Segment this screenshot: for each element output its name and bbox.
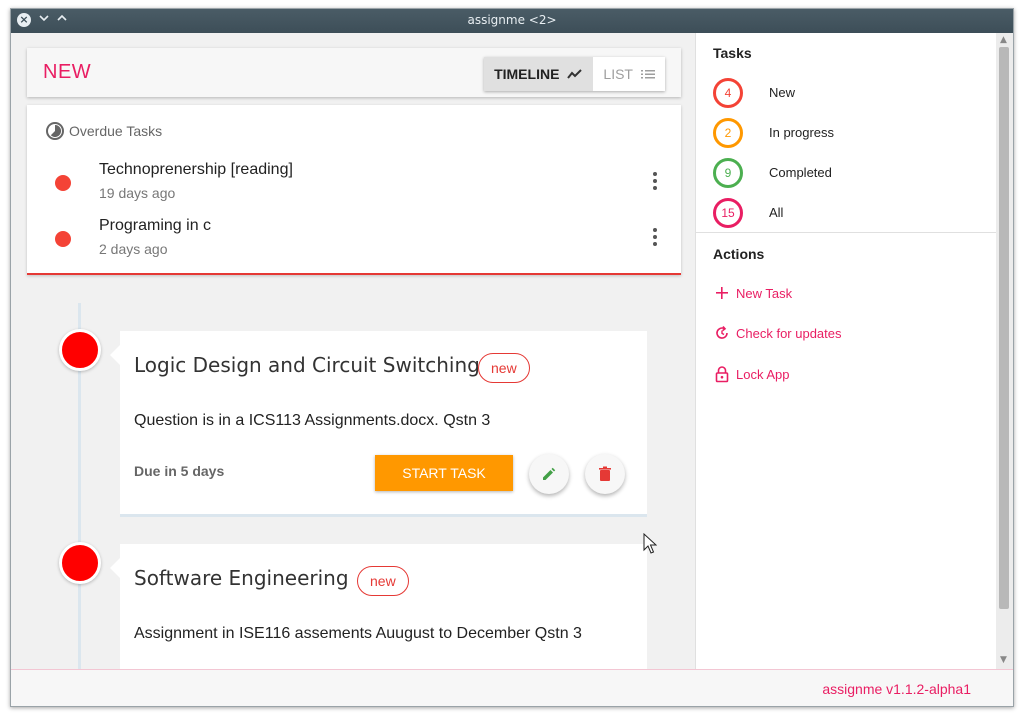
app-version: assignme v1.1.2-alpha1 (822, 681, 971, 697)
chevron-down-icon (39, 15, 49, 22)
page-title: NEW (43, 61, 92, 83)
action-label: New Task (736, 285, 793, 301)
timeline-dot (59, 542, 101, 584)
status-badge: new (478, 353, 530, 383)
stat-in-progress[interactable]: 2 In progress (713, 118, 973, 148)
task-title: Logic Design and Circuit Switching (134, 353, 480, 377)
task-card: Logic Design and Circuit Switching new Q… (110, 331, 647, 517)
minimize-window-button[interactable] (39, 13, 49, 27)
more-vert-icon[interactable] (647, 225, 663, 249)
trending-icon (567, 69, 583, 79)
refresh-icon (716, 325, 728, 339)
stat-label: All (769, 205, 784, 220)
count-badge: 15 (713, 198, 743, 228)
overdue-item[interactable]: Programing in c 2 days ago (27, 213, 681, 265)
list-view-label: LIST (603, 66, 633, 82)
overdue-heading: Overdue Tasks (45, 121, 162, 141)
sidebar-divider (696, 232, 996, 233)
start-task-button[interactable]: START TASK (375, 455, 513, 491)
timeline-view-button[interactable]: TIMELINE (484, 57, 594, 91)
more-vert-icon[interactable] (647, 169, 663, 193)
timeline-dot (59, 329, 101, 371)
stat-all[interactable]: 15 All (713, 198, 973, 228)
timelapse-icon (46, 122, 64, 140)
app-window: × assignme <2> NEW TIMELINE LIST Overdue… (10, 8, 1014, 707)
maximize-window-button[interactable] (57, 13, 67, 27)
close-window-button[interactable]: × (17, 13, 31, 27)
task-title: Software Engineering (134, 566, 349, 590)
page-header: NEW TIMELINE LIST (27, 48, 681, 97)
list-icon (641, 70, 655, 79)
scroll-up-icon[interactable]: ▲ (1000, 35, 1007, 45)
mouse-cursor-icon (643, 533, 657, 554)
pencil-icon (543, 467, 556, 480)
stat-label: New (769, 85, 796, 100)
timeline-view-label: TIMELINE (494, 66, 560, 82)
overdue-status-dot (55, 175, 71, 191)
stat-label: In progress (769, 125, 835, 140)
task-description: Assignment in ISE116 assements Auugust t… (134, 625, 582, 642)
status-badge: new (357, 566, 409, 596)
stat-label: Completed (769, 165, 832, 180)
overdue-item-ago: 2 days ago (99, 241, 168, 257)
check-updates-action[interactable]: Check for updates (714, 325, 842, 341)
window-title: assignme <2> (467, 13, 557, 27)
lock-app-action[interactable]: Lock App (714, 365, 790, 383)
overdue-item[interactable]: Technoprenership [reading] 19 days ago (27, 157, 681, 209)
task-description: Question is in a ICS113 Assignments.docx… (134, 412, 491, 429)
actions-heading: Actions (713, 246, 765, 262)
task-due: Due in 5 days (134, 463, 225, 479)
task-card: Software Engineering new Assignment in I… (110, 544, 647, 669)
action-label: Lock App (736, 366, 790, 382)
plus-icon (716, 287, 728, 299)
overdue-item-title: Technoprenership [reading] (99, 161, 293, 178)
delete-task-button[interactable] (585, 454, 625, 494)
vertical-scrollbar[interactable]: ▲ ▼ (996, 33, 1013, 669)
scroll-down-icon[interactable]: ▼ (1000, 655, 1007, 665)
count-badge: 2 (713, 118, 743, 148)
overdue-item-ago: 19 days ago (99, 185, 176, 201)
overdue-status-dot (55, 231, 71, 247)
stat-new[interactable]: 4 New (713, 78, 973, 108)
tasks-heading: Tasks (713, 45, 752, 61)
count-badge: 9 (713, 158, 743, 188)
overdue-item-title: Programing in c (99, 217, 212, 234)
main-content: NEW TIMELINE LIST Overdue Tasks Technopr… (11, 33, 695, 669)
edit-task-button[interactable] (529, 454, 569, 494)
overdue-tasks-card: Overdue Tasks Technoprenership [reading]… (27, 105, 681, 275)
action-label: Check for updates (736, 325, 842, 341)
window-controls: × (17, 13, 67, 27)
trash-icon (599, 466, 611, 481)
new-task-action[interactable]: New Task (714, 285, 792, 301)
lock-icon (715, 366, 729, 383)
footer: assignme v1.1.2-alpha1 (11, 669, 1013, 706)
chevron-up-icon (57, 14, 67, 21)
sidebar: Tasks 4 New 2 In progress 9 Completed 15… (695, 33, 996, 669)
view-toggle: TIMELINE LIST (484, 57, 665, 91)
scroll-thumb[interactable] (999, 47, 1009, 609)
count-badge: 4 (713, 78, 743, 108)
title-bar: × assignme <2> (11, 9, 1013, 33)
list-view-button[interactable]: LIST (593, 57, 665, 91)
overdue-heading-label: Overdue Tasks (69, 123, 163, 139)
stat-completed[interactable]: 9 Completed (713, 158, 973, 188)
